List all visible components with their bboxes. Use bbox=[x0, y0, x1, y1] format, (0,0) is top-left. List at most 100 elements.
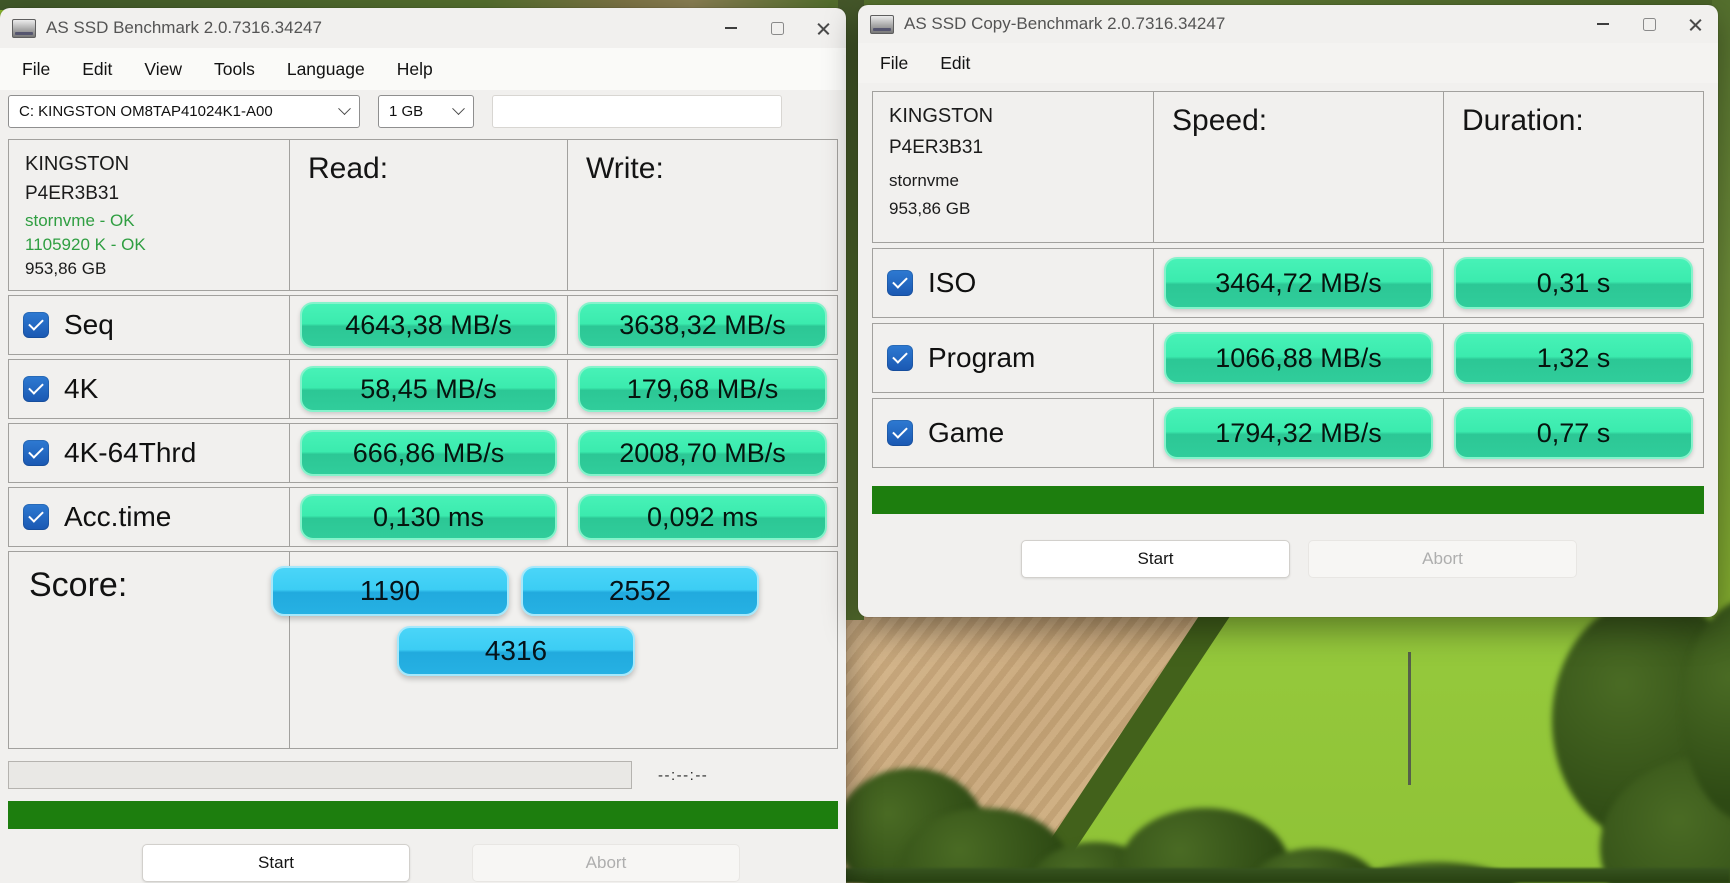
game-label-cell: Game bbox=[873, 399, 1153, 467]
drive-alignment-status: 1105920 K - OK bbox=[9, 231, 289, 255]
read-value-pill: 666,86 MB/s bbox=[300, 430, 557, 476]
iso-label-cell: ISO bbox=[873, 249, 1153, 317]
drive-vendor: KINGSTON bbox=[9, 140, 289, 176]
start-button[interactable]: Start bbox=[142, 844, 410, 882]
row-label: Game bbox=[928, 417, 1004, 449]
menubar: File Edit bbox=[858, 43, 1718, 83]
progress-row: --:--:-- bbox=[8, 761, 838, 789]
game-duration-cell: 0,77 s bbox=[1443, 399, 1703, 467]
drive-driver: stornvme bbox=[873, 159, 1153, 191]
copy-titlebar[interactable]: AS SSD Copy-Benchmark 2.0.7316.34247 bbox=[858, 5, 1718, 43]
benchmark-titlebar[interactable]: AS SSD Benchmark 2.0.7316.34247 bbox=[0, 8, 846, 48]
duration-value-pill: 0,31 s bbox=[1454, 257, 1693, 309]
test-size-select[interactable]: 1 GB bbox=[378, 95, 474, 128]
menu-tools[interactable]: Tools bbox=[198, 59, 271, 80]
treeline bbox=[842, 868, 1730, 883]
minimize-icon bbox=[1597, 23, 1609, 25]
duration-header: Duration: bbox=[1444, 92, 1703, 138]
seq-checkbox[interactable] bbox=[23, 312, 49, 338]
close-icon bbox=[816, 21, 831, 36]
read-value-pill: 0,130 ms bbox=[300, 494, 557, 540]
menu-view[interactable]: View bbox=[128, 59, 198, 80]
acctime-checkbox[interactable] bbox=[23, 504, 49, 530]
minimize-button[interactable] bbox=[1580, 5, 1626, 43]
write-score-pill: 2552 bbox=[521, 566, 759, 616]
window-title: AS SSD Copy-Benchmark 2.0.7316.34247 bbox=[904, 14, 1225, 34]
program-duration-cell: 1,32 s bbox=[1443, 324, 1703, 392]
close-icon bbox=[1688, 17, 1703, 32]
elapsed-time: --:--:-- bbox=[658, 767, 708, 784]
drive-capacity: 953,86 GB bbox=[873, 191, 1153, 219]
row-label: ISO bbox=[928, 267, 976, 299]
read-value-pill: 4643,38 MB/s bbox=[300, 302, 557, 348]
iso-duration-cell: 0,31 s bbox=[1443, 249, 1703, 317]
menu-file[interactable]: File bbox=[864, 53, 924, 74]
seq-row: Seq 4643,38 MB/s 3638,32 MB/s bbox=[8, 295, 838, 355]
menu-file[interactable]: File bbox=[6, 59, 66, 80]
read-header: Read: bbox=[290, 140, 567, 186]
write-value-pill: 2008,70 MB/s bbox=[578, 430, 827, 476]
iso-checkbox[interactable] bbox=[887, 270, 913, 296]
abort-button[interactable]: Abort bbox=[1308, 540, 1577, 578]
program-label-cell: Program bbox=[873, 324, 1153, 392]
menu-help[interactable]: Help bbox=[381, 59, 449, 80]
drive-info: KINGSTON P4ER3B31 stornvme - OK 1105920 … bbox=[9, 140, 289, 290]
iso-speed-cell: 3464,72 MB/s bbox=[1153, 249, 1443, 317]
duration-value-pill: 0,77 s bbox=[1454, 407, 1693, 459]
drive-model: P4ER3B31 bbox=[9, 176, 289, 205]
drive-info-row: KINGSTON P4ER3B31 stornvme - OK 1105920 … bbox=[8, 139, 838, 291]
menu-edit[interactable]: Edit bbox=[66, 59, 128, 80]
score-label: Score: bbox=[29, 566, 127, 605]
row-label: Seq bbox=[64, 309, 114, 341]
game-row: Game 1794,32 MB/s 0,77 s bbox=[872, 398, 1704, 468]
write-value-pill: 3638,32 MB/s bbox=[578, 302, 827, 348]
duration-header-cell: Duration: bbox=[1443, 92, 1703, 242]
maximize-button[interactable] bbox=[1626, 5, 1672, 43]
menu-edit[interactable]: Edit bbox=[924, 53, 986, 74]
duration-value-pill: 1,32 s bbox=[1454, 332, 1693, 384]
minimize-button[interactable] bbox=[708, 8, 754, 48]
progress-bar bbox=[8, 761, 632, 789]
game-speed-cell: 1794,32 MB/s bbox=[1153, 399, 1443, 467]
start-button[interactable]: Start bbox=[1021, 540, 1290, 578]
button-row: Start Abort bbox=[142, 844, 846, 882]
speed-header-cell: Speed: bbox=[1153, 92, 1443, 242]
row-label: Program bbox=[928, 342, 1035, 374]
close-button[interactable] bbox=[800, 8, 846, 48]
maximize-icon bbox=[1643, 18, 1656, 31]
program-checkbox[interactable] bbox=[887, 345, 913, 371]
close-button[interactable] bbox=[1672, 5, 1718, 43]
seq-write-cell: 3638,32 MB/s bbox=[567, 296, 837, 354]
speed-header: Speed: bbox=[1154, 92, 1443, 138]
utility-pole bbox=[1408, 652, 1411, 785]
app-icon bbox=[870, 15, 894, 34]
drive-model: P4ER3B31 bbox=[873, 128, 1153, 159]
4k64-label-cell: 4K-64Thrd bbox=[9, 424, 289, 482]
status-bar bbox=[8, 801, 838, 829]
menubar: File Edit View Tools Language Help bbox=[0, 48, 846, 90]
menu-language[interactable]: Language bbox=[271, 59, 381, 80]
4k-checkbox[interactable] bbox=[23, 376, 49, 402]
4k64-write-cell: 2008,70 MB/s bbox=[567, 424, 837, 482]
toolbar-textbox[interactable] bbox=[492, 95, 782, 128]
button-row: Start Abort bbox=[1021, 540, 1718, 578]
4k64-checkbox[interactable] bbox=[23, 440, 49, 466]
4k-label-cell: 4K bbox=[9, 360, 289, 418]
4k-write-cell: 179,68 MB/s bbox=[567, 360, 837, 418]
acctime-read-cell: 0,130 ms bbox=[289, 488, 567, 546]
status-bar bbox=[872, 486, 1704, 514]
4k-row: 4K 58,45 MB/s 179,68 MB/s bbox=[8, 359, 838, 419]
drive-select[interactable]: C: KINGSTON OM8TAP41024K1-A00 bbox=[8, 95, 360, 128]
desktop: AS SSD Benchmark 2.0.7316.34247 File Edi… bbox=[0, 0, 1730, 883]
program-row: Program 1066,88 MB/s 1,32 s bbox=[872, 323, 1704, 393]
results-table: KINGSTON P4ER3B31 stornvme - OK 1105920 … bbox=[8, 139, 838, 547]
row-label: 4K bbox=[64, 373, 98, 405]
speed-value-pill: 3464,72 MB/s bbox=[1164, 257, 1433, 309]
window-title: AS SSD Benchmark 2.0.7316.34247 bbox=[46, 18, 322, 38]
maximize-icon bbox=[771, 22, 784, 35]
game-checkbox[interactable] bbox=[887, 420, 913, 446]
acctime-label-cell: Acc.time bbox=[9, 488, 289, 546]
abort-button[interactable]: Abort bbox=[472, 844, 740, 882]
window-controls bbox=[708, 8, 846, 48]
maximize-button[interactable] bbox=[754, 8, 800, 48]
